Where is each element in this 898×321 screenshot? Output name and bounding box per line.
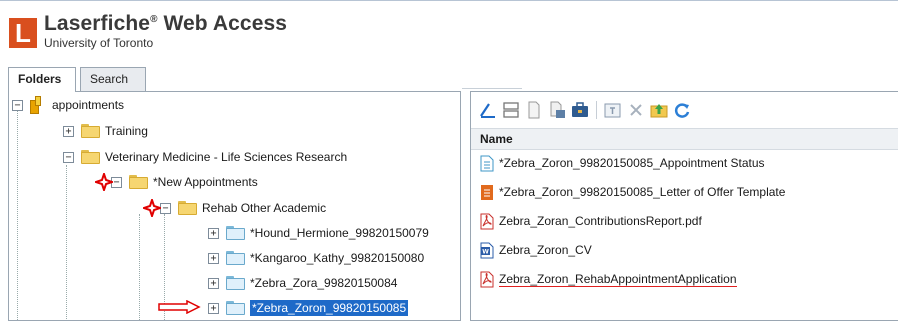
folder-icon <box>226 276 245 290</box>
document-row[interactable]: *Zebra_Zoron_99820150085_Letter of Offer… <box>471 181 898 203</box>
expand-icon[interactable]: + <box>208 302 219 314</box>
tree-guide-line <box>17 110 18 320</box>
toolbar-separator <box>596 101 597 119</box>
tree-label: Training <box>105 124 148 138</box>
tree-label: Veterinary Medicine - Life Sciences Rese… <box>105 150 348 164</box>
repository-icon <box>30 96 44 114</box>
folder-icon <box>226 226 245 240</box>
annotation-marker-icon <box>143 199 161 217</box>
laserfiche-logo: L <box>9 18 37 48</box>
folder-icon <box>129 175 148 189</box>
app-title: Laserfiche® Web Access <box>44 12 288 35</box>
list-view-icon[interactable] <box>502 101 520 119</box>
document-row[interactable]: Zebra_Zoran_ContributionsReport.pdf <box>471 210 898 232</box>
document-row[interactable]: W Zebra_Zoron_CV <box>471 239 898 261</box>
folder-icon <box>226 251 245 265</box>
tree-row-veterinary-medicine[interactable]: − Veterinary Medicine - Life Sciences Re… <box>63 147 347 167</box>
tree-guide-line <box>139 214 140 320</box>
document-row[interactable]: Zebra_Zoron_RehabAppointmentApplication <box>471 268 898 290</box>
document-name: Zebra_Zoron_CV <box>499 243 592 257</box>
expand-icon[interactable]: + <box>208 227 219 239</box>
form-icon <box>480 155 494 172</box>
refresh-icon[interactable] <box>673 101 691 119</box>
pdf-icon <box>480 271 494 288</box>
tree-row-kangaroo-kathy[interactable]: + *Kangaroo_Kathy_99820150080 <box>208 248 424 268</box>
tree-label: *New Appointments <box>153 175 258 189</box>
tree-label: *Kangaroo_Kathy_99820150080 <box>250 251 425 265</box>
folder-icon <box>178 201 197 215</box>
tree-row-rehab-other-academic[interactable]: − Rehab Other Academic <box>160 198 326 218</box>
svg-text:W: W <box>482 248 489 255</box>
expand-icon[interactable]: + <box>208 277 219 289</box>
tree-row-zebra-zora[interactable]: + *Zebra_Zora_99820150084 <box>208 273 397 293</box>
tree-row-training[interactable]: + Training <box>63 121 148 141</box>
edit-icon[interactable] <box>479 101 497 119</box>
document-list-panel: Name *Zebra_Zoron_99820150085_Appointmen… <box>470 91 898 321</box>
expand-icon[interactable]: + <box>208 252 219 264</box>
tree-label: *Zebra_Zora_99820150084 <box>250 276 398 290</box>
folder-icon <box>81 124 100 138</box>
tree-label: *Hound_Hermione_99820150079 <box>250 226 429 240</box>
word-icon: W <box>480 242 494 259</box>
rename-icon[interactable] <box>604 101 622 119</box>
upload-folder-icon[interactable] <box>650 101 668 119</box>
tree-row-root[interactable]: − appointments <box>12 95 124 115</box>
document-row[interactable]: *Zebra_Zoron_99820150085_Appointment Sta… <box>471 152 898 174</box>
top-border <box>0 0 898 1</box>
organization-name: University of Toronto <box>44 36 154 50</box>
tree-guide-line <box>66 165 67 320</box>
panel-splitter[interactable] <box>462 88 522 89</box>
template-icon <box>480 184 494 201</box>
collapse-icon[interactable]: − <box>12 99 23 111</box>
tab-search[interactable]: Search <box>80 67 146 91</box>
delete-icon[interactable] <box>627 101 645 119</box>
document-name: *Zebra_Zoron_99820150085_Appointment Sta… <box>499 156 765 170</box>
tree-row-zebra-zoron[interactable]: + *Zebra_Zoron_99820150085 <box>208 298 409 318</box>
tab-folders[interactable]: Folders <box>8 67 76 92</box>
tree-label-selected: *Zebra_Zoron_99820150085 <box>250 300 409 316</box>
pdf-icon <box>480 213 494 230</box>
annotation-arrow-icon <box>158 300 201 314</box>
expand-icon[interactable]: + <box>63 125 74 137</box>
document-toolbar <box>471 92 898 128</box>
tree-row-hound-hermione[interactable]: + *Hound_Hermione_99820150079 <box>208 223 429 243</box>
column-header-name[interactable]: Name <box>471 128 898 150</box>
document-name: *Zebra_Zoron_99820150085_Letter of Offer… <box>499 185 786 199</box>
tree-row-new-appointments[interactable]: − *New Appointments <box>111 172 258 192</box>
document-name: Zebra_Zoran_ContributionsReport.pdf <box>499 214 702 228</box>
tree-label: appointments <box>52 98 125 112</box>
collapse-icon[interactable]: − <box>63 151 74 163</box>
briefcase-icon[interactable] <box>571 101 589 119</box>
collapse-icon[interactable]: − <box>160 202 171 214</box>
annotation-marker-icon <box>95 173 113 191</box>
import-document-icon[interactable] <box>548 101 566 119</box>
new-document-icon[interactable] <box>525 101 543 119</box>
folder-tree-panel: − appointments + Training − Veterinary M… <box>8 91 461 321</box>
folder-icon <box>226 301 245 315</box>
tree-label: Rehab Other Academic <box>202 201 327 215</box>
document-name: Zebra_Zoron_RehabAppointmentApplication <box>499 271 737 287</box>
folder-icon <box>81 150 100 164</box>
